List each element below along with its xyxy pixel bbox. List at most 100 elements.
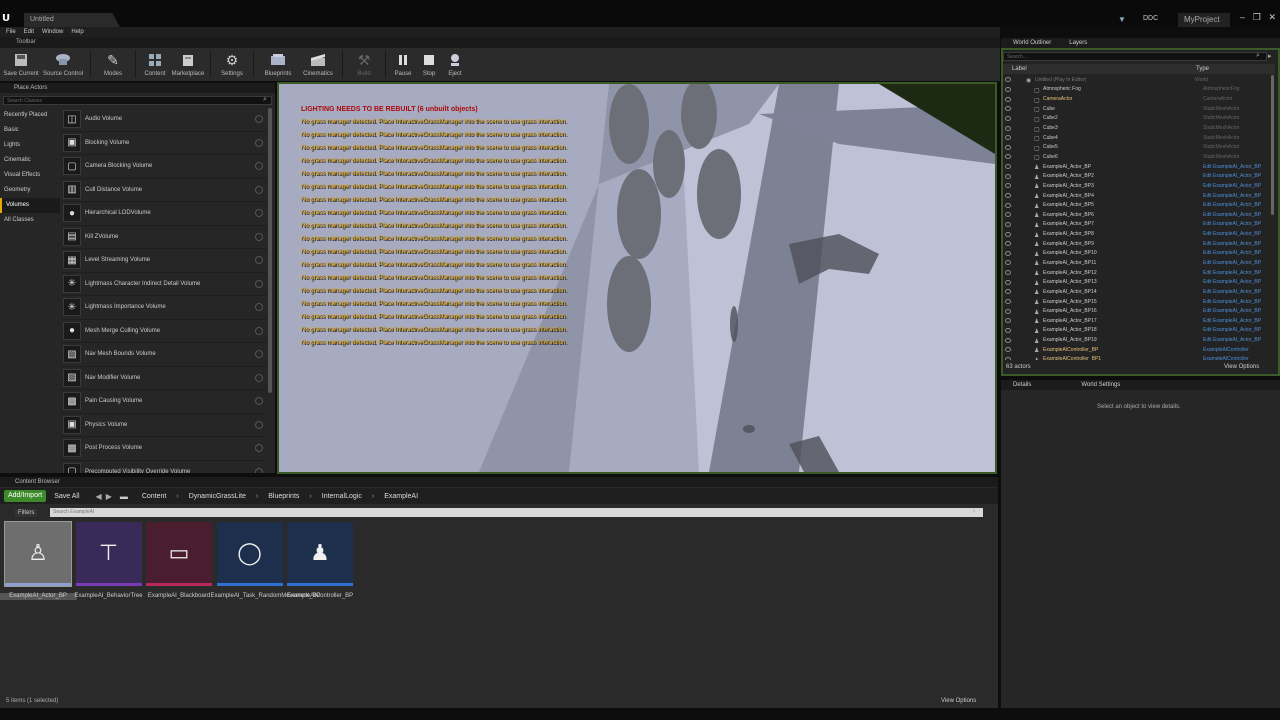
visibility-eye-icon[interactable]	[1005, 270, 1011, 276]
source-control-button[interactable]: Source Control	[40, 48, 86, 81]
actor-type[interactable]: Edit ExampleAI_Actor_BP	[1203, 183, 1261, 189]
outliner-row[interactable]: ♟ ExampleAI_Actor_BP15 Edit ExampleAI_Acto…	[1003, 297, 1271, 307]
asset-tile[interactable]: ▭	[146, 522, 212, 586]
info-icon[interactable]	[255, 373, 263, 382]
save-current-button[interactable]: Save Current	[2, 48, 40, 81]
outliner-row[interactable]: ▢ Cube StaticMeshActor	[1003, 104, 1271, 114]
visibility-eye-icon[interactable]	[1005, 308, 1011, 314]
visibility-eye-icon[interactable]	[1005, 115, 1011, 121]
info-icon[interactable]	[255, 444, 263, 453]
close-button[interactable]: ✕	[1269, 12, 1277, 26]
category-all-classes[interactable]: All Classes	[0, 213, 60, 228]
visibility-eye-icon[interactable]	[1005, 241, 1011, 247]
scrollbar[interactable]	[1271, 75, 1274, 215]
filters-button[interactable]: Filters	[15, 508, 38, 517]
place-actors-tab[interactable]: Place Actors	[0, 83, 275, 93]
visibility-eye-icon[interactable]	[1005, 356, 1011, 360]
outliner-search-input[interactable]: Search...	[1003, 52, 1267, 61]
visibility-eye-icon[interactable]	[1005, 154, 1011, 160]
menu-help[interactable]: Help	[71, 27, 83, 37]
actor-type[interactable]: Edit ExampleAI_Actor_BP	[1203, 173, 1261, 179]
outliner-row[interactable]: ♟ ExampleAIController_BP ExampleAIControll…	[1003, 345, 1271, 355]
menu-window[interactable]: Window	[42, 27, 63, 37]
visibility-eye-icon[interactable]	[1005, 289, 1011, 295]
content-view-options-button[interactable]: View Options	[941, 698, 976, 704]
modes-button[interactable]: ✎ Modes	[95, 48, 131, 81]
visibility-eye-icon[interactable]	[1005, 337, 1011, 343]
visibility-eye-icon[interactable]	[1005, 106, 1011, 112]
outliner-row[interactable]: ♟ ExampleAI_Actor_BP7 Edit ExampleAI_Actor…	[1003, 220, 1271, 230]
info-icon[interactable]	[255, 115, 263, 124]
pause-button[interactable]: Pause	[390, 48, 416, 81]
tab-details[interactable]: Details	[1013, 380, 1031, 390]
outliner-row[interactable]: ♟ ExampleAI_Actor_BP4 Edit ExampleAI_Actor…	[1003, 191, 1271, 201]
visibility-eye-icon[interactable]	[1005, 279, 1011, 285]
volume-item[interactable]: ▢ Precomputed Visibility Override Volume	[61, 461, 267, 473]
breadcrumb-dynamicgrasslite[interactable]: DynamicGrassLite	[189, 493, 246, 500]
visibility-eye-icon[interactable]	[1005, 318, 1011, 324]
visibility-eye-icon[interactable]	[1005, 135, 1011, 141]
outliner-row[interactable]: ♟ ExampleAI_Actor_BP Edit ExampleAI_Actor_…	[1003, 162, 1271, 172]
actor-type[interactable]: Edit ExampleAI_Actor_BP	[1203, 327, 1261, 333]
visibility-eye-icon[interactable]	[1005, 260, 1011, 266]
content-button[interactable]: Content	[140, 48, 170, 81]
info-icon[interactable]	[255, 185, 263, 194]
outliner-row[interactable]: ♟ ExampleAIController_BP1 ExampleAIControl…	[1003, 355, 1271, 360]
outliner-row[interactable]: ▢ Cube4 StaticMeshActor	[1003, 133, 1271, 143]
volume-item[interactable]: ▦ Level Streaming Volume	[61, 249, 267, 273]
category-lights[interactable]: Lights	[0, 138, 60, 153]
eject-button[interactable]: Eject	[442, 48, 468, 81]
actor-type[interactable]: Edit ExampleAI_Actor_BP	[1203, 221, 1261, 227]
breadcrumb-internallogic[interactable]: InternalLogic	[322, 493, 362, 500]
breadcrumb-exampleai[interactable]: ExampleAI	[384, 493, 418, 500]
actor-type[interactable]: Edit ExampleAI_Actor_BP	[1203, 260, 1261, 266]
visibility-eye-icon[interactable]	[1005, 299, 1011, 305]
actor-type[interactable]: Edit ExampleAI_Actor_BP	[1203, 231, 1261, 237]
volume-item[interactable]: ▨ Nav Modifier Volume	[61, 367, 267, 390]
volume-item[interactable]: ▩ Pain Causing Volume	[61, 390, 267, 414]
level-tab[interactable]: Untitled	[24, 13, 120, 27]
outliner-row[interactable]: ♟ ExampleAI_Actor_BP6 Edit ExampleAI_Actor…	[1003, 210, 1271, 220]
actor-type[interactable]: Edit ExampleAI_Actor_BP	[1203, 318, 1261, 324]
search-icon[interactable]: ⌕	[1256, 52, 1260, 60]
visibility-eye-icon[interactable]	[1005, 193, 1011, 198]
actor-type[interactable]: Edit ExampleAI_Actor_BP	[1203, 241, 1261, 247]
search-classes-input[interactable]: Search Classes	[3, 96, 272, 105]
volume-item[interactable]: ▧ Nav Mesh Bounds Volume	[61, 343, 267, 367]
outliner-row[interactable]: ♟ ExampleAI_Actor_BP10 Edit ExampleAI_Acto…	[1003, 249, 1271, 259]
volume-item[interactable]: ▣ Blocking Volume	[61, 132, 267, 155]
folder-icon[interactable]: ▬	[120, 492, 128, 501]
volume-item[interactable]: ▢ Camera Blocking Volume	[61, 155, 267, 179]
outliner-row[interactable]: ♟ ExampleAI_Actor_BP2 Edit ExampleAI_Actor…	[1003, 171, 1271, 181]
visibility-eye-icon[interactable]	[1005, 164, 1011, 170]
maximize-button[interactable]: ❐	[1253, 12, 1261, 26]
info-icon[interactable]	[255, 467, 263, 473]
actor-type[interactable]: Edit ExampleAI_Actor_BP	[1203, 289, 1261, 295]
outliner-row[interactable]: ▢ Atmospheric Fog AtmosphericFog	[1003, 85, 1271, 95]
category-basic[interactable]: Basic	[0, 123, 60, 138]
ddc-indicator[interactable]: DDC	[1143, 15, 1158, 22]
toolbar-tab[interactable]: Toolbar	[0, 37, 1000, 48]
add-import-button[interactable]: Add/Import	[4, 490, 47, 502]
info-icon[interactable]	[255, 138, 263, 147]
category-cinematic[interactable]: Cinematic	[0, 153, 60, 168]
visibility-eye-icon[interactable]	[1005, 183, 1011, 189]
info-icon[interactable]	[255, 420, 263, 429]
visibility-eye-icon[interactable]	[1005, 96, 1011, 102]
category-volumes[interactable]: Volumes	[0, 198, 60, 213]
volume-item[interactable]: ● Mesh Merge Culling Volume	[61, 320, 267, 343]
volume-item[interactable]: ✳ Lightmass Character Indirect Detail Vol…	[61, 273, 267, 296]
actor-type[interactable]: Edit ExampleAI_Actor_BP	[1203, 279, 1261, 285]
visibility-eye-icon[interactable]	[1005, 86, 1011, 92]
history-back-icon[interactable]: ◀	[96, 492, 102, 501]
visibility-eye-icon[interactable]	[1005, 347, 1011, 353]
history-forward-icon[interactable]: ▶	[106, 492, 112, 501]
search-icon[interactable]: ⌕	[972, 508, 976, 516]
volume-item[interactable]: ▣ Physics Volume	[61, 414, 267, 437]
outliner-row[interactable]: ♟ ExampleAI_Actor_BP3 Edit ExampleAI_Actor…	[1003, 181, 1271, 191]
volume-item[interactable]: ▩ Post Process Volume	[61, 437, 267, 461]
outliner-row[interactable]: ♟ ExampleAI_Actor_BP11 Edit ExampleAI_Acto…	[1003, 258, 1271, 268]
actor-type[interactable]: ExampleAIController	[1203, 356, 1249, 360]
column-label[interactable]: Label	[1012, 66, 1027, 72]
cinematics-button[interactable]: Cinematics	[298, 48, 338, 81]
